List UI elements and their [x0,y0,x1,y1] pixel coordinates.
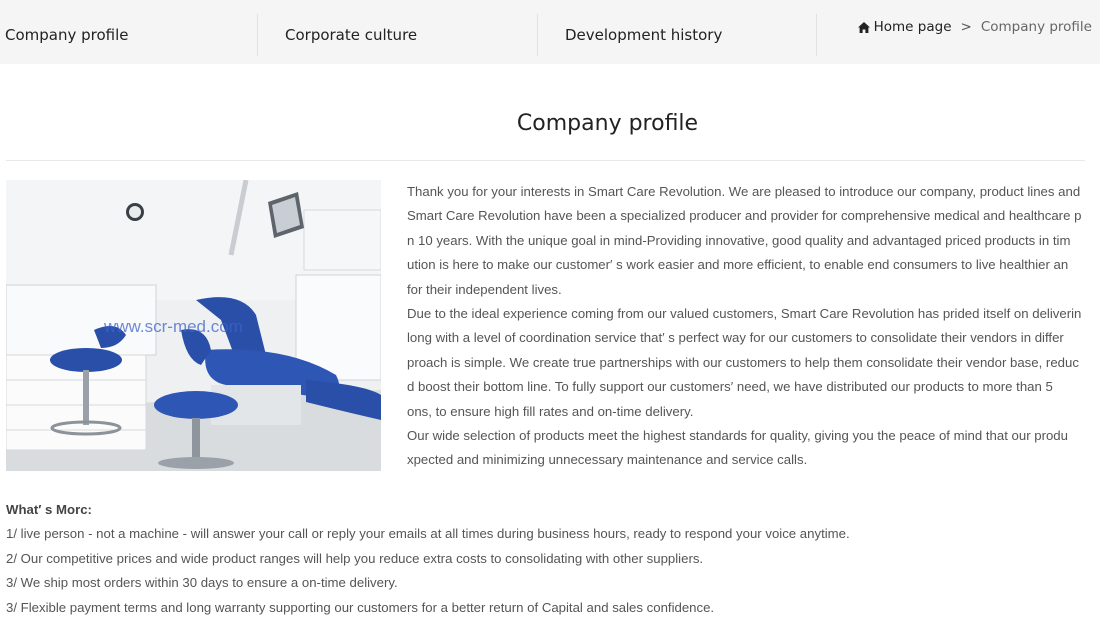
breadcrumb: Home page > Company profile [857,19,1092,35]
breadcrumb-separator: > [960,19,972,35]
tab-development-history[interactable]: Development history [565,14,722,56]
intro-line: xpected and minimizing unnecessary maint… [407,452,808,468]
intro-line: d boost their bottom line. To fully supp… [407,379,1053,395]
tab-company-profile[interactable]: Company profile [5,14,129,56]
tab-divider [257,14,258,56]
whats-more-item: 3/ We ship most orders within 30 days to… [6,575,398,591]
tab-corporate-culture[interactable]: Corporate culture [285,14,417,56]
home-icon [857,21,870,33]
whats-more-section: What′ s Morc: 1/ live person - not a mac… [6,498,1086,618]
whats-more-item: 2/ Our competitive prices and wide produ… [6,550,704,566]
intro-line: Thank you for your interests in Smart Ca… [407,184,1081,199]
intro-line: long with a level of coordination servic… [407,330,1064,346]
tab-divider [537,14,538,56]
intro-line: ution is here to make our customer′ s wo… [407,257,1069,273]
intro-line: n 10 years. With the unique goal in mind… [407,232,1071,248]
breadcrumb-current: Company profile [980,19,1092,35]
intro-line: Smart Care Revolution have been a specia… [407,208,1082,224]
title-divider [6,160,1085,161]
intro-line: ons, to ensure high fill rates and on-ti… [407,403,694,419]
whats-more-heading: What′ s Morc: [6,502,92,517]
intro-line: proach is simple. We create true partner… [407,354,1079,370]
tab-divider [816,14,817,56]
top-nav-bar: Company profile Corporate culture Develo… [0,0,1100,64]
page-title: Company profile [516,111,699,136]
dental-clinic-photo: www.scr-med.com [6,180,381,471]
intro-line: Due to the ideal experience coming from … [407,306,1082,322]
breadcrumb-home-link[interactable]: Home page [874,19,952,35]
intro-line: Our wide selection of products meet the … [407,428,1068,444]
photo-watermark: www.scr-med.com [103,317,243,336]
whats-more-item: 1/ live person - not a machine - will an… [6,526,850,542]
intro-line: for their independent lives. [407,281,562,297]
company-intro-text: Thank you for your interests in Smart Ca… [407,180,1085,473]
whats-more-item: 3/ Flexible payment terms and long warra… [6,599,715,615]
